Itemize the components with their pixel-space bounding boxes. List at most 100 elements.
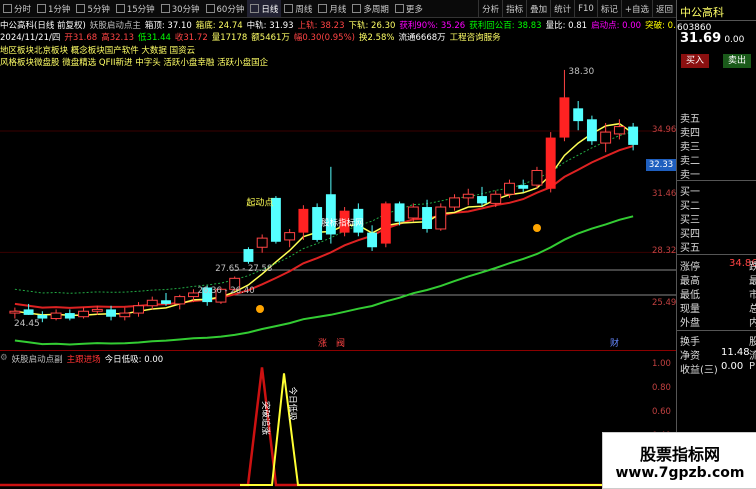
- candle-body: [573, 108, 584, 122]
- sub-indicator-chart[interactable]: 突破追涨 今日低吸: [0, 350, 676, 487]
- candle-body: [531, 169, 543, 186]
- candle-body: [600, 131, 612, 144]
- indicator-box-label: 股标指标网: [321, 217, 364, 228]
- quote-label: 换手: [680, 337, 700, 348]
- quote-label: 净资: [680, 351, 700, 362]
- candle-body: [504, 182, 515, 195]
- ask-level: 卖三: [680, 142, 700, 153]
- price-tick: 31.46: [652, 188, 677, 199]
- quote-value: 0.00: [721, 361, 744, 372]
- candle-body: [9, 310, 21, 314]
- candle-body: [133, 305, 144, 314]
- bottom-marker-1: 涨: [318, 338, 327, 349]
- candle-body: [380, 203, 391, 244]
- ask-level: 卖二: [680, 156, 700, 167]
- range-label-2: 26.36 - 26.40: [197, 286, 254, 296]
- candle-body: [23, 309, 34, 315]
- low-label: 24.45: [14, 319, 40, 329]
- quote-extra: 总: [749, 304, 756, 315]
- quote-extra: 流: [749, 351, 756, 362]
- stock-name: 中公高科: [680, 6, 724, 19]
- ma-dotted-line: [14, 131, 634, 294]
- bid-level: 买三: [680, 215, 700, 226]
- stock-change: 0.00: [724, 35, 745, 45]
- candle-body: [64, 313, 75, 319]
- ask-level: 卖四: [680, 128, 700, 139]
- candle-body: [449, 197, 460, 208]
- quote-panel: 中公高科 603860 31.69 0.00 买入 卖出 卖五 卖四 卖三 卖二 卖一买…: [676, 0, 756, 487]
- watermark-line-1: 股票指标网: [639, 445, 720, 464]
- ask-level: 卖五: [680, 114, 700, 125]
- candle-body: [37, 314, 48, 319]
- candle-body: [435, 206, 447, 230]
- bid-level: 买二: [680, 201, 700, 212]
- bid-level: 买四: [680, 229, 700, 240]
- stock-price: 31.69: [680, 31, 722, 46]
- quote-extra: 市: [749, 290, 756, 301]
- high-label: 38.30: [568, 67, 594, 77]
- candle-body: [50, 312, 62, 320]
- candle-body: [628, 126, 639, 145]
- bottom-marker-3: 财: [610, 337, 619, 349]
- price-tick: 25.49: [652, 298, 677, 309]
- quote-value: 11.48: [721, 347, 750, 358]
- candle-body: [106, 309, 116, 317]
- candle-body: [78, 310, 90, 318]
- bid-level: 买一: [680, 187, 700, 198]
- candle-body: [243, 249, 254, 262]
- candle-body: [586, 119, 597, 142]
- candle-body: [613, 126, 625, 135]
- sub-signal-label-1: 突破追涨: [260, 401, 271, 436]
- bid-level: 买五: [680, 243, 700, 254]
- watermark-box: 股票指标网 www.7gpzb.com: [602, 432, 756, 489]
- candle-body: [325, 194, 336, 235]
- quote-label: 收益(三): [680, 365, 718, 376]
- main-candlestick-chart[interactable]: 38.30 24.45 起动点 27.65 - 27.58 26.36 - 26.40 股…: [0, 0, 676, 350]
- ask-level: 卖一: [680, 170, 700, 181]
- candle-body: [284, 232, 296, 241]
- candle-body: [559, 97, 570, 138]
- quote-extra: 最: [749, 276, 756, 287]
- signal-marker: [533, 224, 541, 232]
- ma-green-line: [14, 215, 634, 346]
- current-price-tag: 32.33: [646, 159, 676, 171]
- candle-body: [367, 232, 378, 248]
- quote-extra: P: [749, 361, 756, 372]
- candle-body: [407, 206, 419, 219]
- quote-label: 外盘: [680, 318, 700, 329]
- candle-body: [146, 299, 158, 307]
- candle-body: [490, 193, 502, 204]
- buy-button[interactable]: 买入: [681, 54, 709, 68]
- candle-body: [174, 296, 186, 305]
- sell-button[interactable]: 卖出: [723, 54, 751, 68]
- price-tick: 28.32: [652, 246, 677, 257]
- sub-axis-tick: 0.80: [652, 383, 671, 393]
- sub-axis-tick: 1.00: [652, 359, 671, 369]
- sub-signal-label-2: 今日低吸: [287, 387, 298, 422]
- candle-body: [462, 193, 474, 199]
- quote-extra: 跌: [749, 262, 756, 273]
- candle-body: [422, 207, 432, 229]
- signal-line-red: [0, 367, 676, 487]
- quote-extra: 内: [749, 318, 756, 329]
- quote-extra: 股: [749, 337, 756, 348]
- candle-body: [518, 185, 529, 189]
- quote-label: 涨停: [680, 262, 700, 273]
- start-marker-label: 起动点: [246, 197, 273, 208]
- signal-marker: [256, 305, 264, 313]
- candle-body: [298, 208, 309, 233]
- candle-body: [545, 137, 556, 189]
- candle-body: [477, 196, 487, 204]
- sub-axis-tick: 0.60: [652, 407, 671, 417]
- quote-label: 最高: [680, 276, 700, 287]
- quote-label: 现量: [680, 304, 700, 315]
- candle-body: [394, 203, 405, 222]
- watermark-line-2: www.7gpzb.com: [615, 465, 745, 481]
- price-tick: 34.96: [652, 124, 677, 135]
- range-label-1: 27.65 - 27.58: [215, 264, 272, 274]
- candle-body: [91, 308, 103, 312]
- candle-body: [256, 237, 268, 248]
- candle-body: [161, 300, 171, 304]
- bottom-marker-2: 阀: [336, 338, 345, 349]
- quote-label: 最低: [680, 290, 700, 301]
